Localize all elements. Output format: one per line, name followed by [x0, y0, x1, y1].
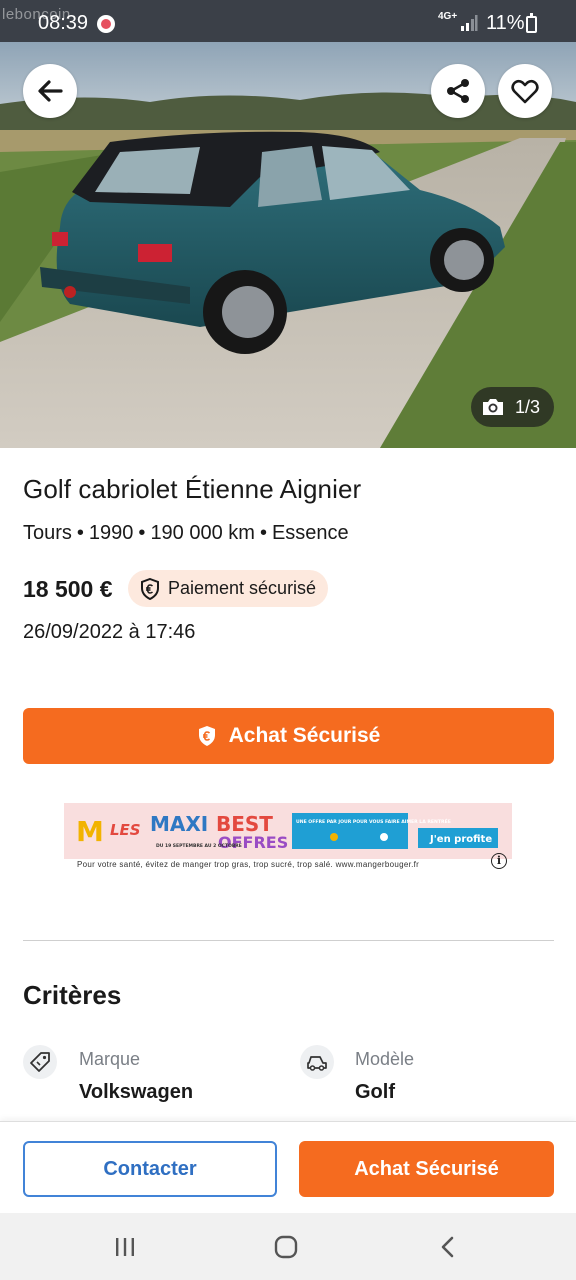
ad-price: 18 500 € [23, 576, 113, 602]
recent-apps-button[interactable] [105, 1231, 145, 1263]
back-button[interactable] [23, 64, 77, 118]
separator: • [76, 522, 84, 544]
criteria-title: Critères [23, 980, 122, 1010]
ad-subtitle: Tours • 1990 • 190 000 km • Essence [23, 522, 349, 545]
secure-payment-badge: Paiement sécurisé [128, 570, 329, 607]
status-bar: leboncoin 08:39 4G+ 11% [0, 0, 576, 42]
banner-headline-les: LES [110, 821, 141, 839]
favorite-button[interactable] [498, 64, 552, 118]
system-back-button[interactable] [428, 1231, 468, 1263]
photo-counter: 1/3 [470, 387, 554, 427]
separator: • [259, 522, 267, 544]
heart-icon [511, 79, 539, 104]
battery-icon [526, 13, 537, 33]
ad-fuel: Essence [271, 522, 349, 544]
banner-ad-graphic: M LES MAXI BEST OFFRES DU 19 SEPTEMBRE A… [64, 803, 512, 859]
photo-gallery[interactable]: 1/3 [0, 42, 576, 448]
ad-date: 26/09/2022 à 17:46 [23, 621, 196, 643]
divider [23, 940, 554, 941]
home-icon [274, 1235, 298, 1259]
banner-ad[interactable]: M LES MAXI BEST OFFRES DU 19 SEPTEMBRE A… [64, 803, 512, 859]
ad-mileage: 190 000 km [150, 522, 255, 544]
secure-purchase-button[interactable]: Achat Sécurisé [23, 708, 554, 764]
ad-title: Golf cabriolet Étienne Aignier [23, 474, 362, 504]
banner-cta: J'en profite [429, 834, 492, 845]
banner-disclaimer: Pour votre santé, évitez de manger trop … [77, 860, 420, 869]
model-criteria-icon [300, 1045, 334, 1079]
tag-icon [30, 1052, 50, 1072]
recent-apps-icon [116, 1238, 134, 1256]
brand-criteria-icon [23, 1045, 57, 1079]
criteria-label-model: Modèle [355, 1049, 415, 1069]
battery-level: 11% [486, 12, 525, 34]
euro-shield-icon [141, 577, 159, 600]
secure-purchase-label: Achat Sécurisé [228, 724, 381, 747]
criteria-value-model: Golf [355, 1081, 395, 1103]
contact-button[interactable]: Contacter [23, 1141, 277, 1197]
photo-counter-text: 1/3 [514, 396, 540, 417]
bottom-action-bar: Contacter Achat Sécurisé [0, 1121, 576, 1213]
banner-headline-offres: OFFRES [218, 833, 288, 852]
secure-payment-label: Paiement sécurisé [168, 578, 317, 598]
chevron-left-icon [441, 1236, 454, 1258]
network-type: 4G+ [438, 11, 458, 22]
share-button[interactable] [431, 64, 485, 118]
ad-location: Tours [23, 522, 72, 544]
criteria-label-brand: Marque [79, 1049, 141, 1069]
signal-icon [460, 14, 478, 37]
status-time: 08:39 [38, 12, 89, 34]
ad-year: 1990 [88, 522, 134, 544]
home-button[interactable] [266, 1231, 306, 1263]
banner-headline-maxi: MAXI [150, 812, 208, 836]
ad-info-icon[interactable]: i [491, 853, 507, 869]
share-icon [447, 79, 469, 103]
camera-icon [482, 399, 503, 415]
banner-dates: DU 19 SEPTEMBRE AU 2 OCTOBRE [156, 843, 242, 849]
car-icon [307, 1056, 327, 1071]
mcdonalds-logo: M [76, 815, 104, 848]
notification-icon [97, 15, 115, 33]
criteria-value-brand: Volkswagen [79, 1081, 194, 1103]
system-nav-bar [0, 1213, 576, 1280]
separator: • [138, 522, 146, 544]
buy-secure-button[interactable]: Achat Sécurisé [299, 1141, 554, 1197]
euro-shield-icon [198, 726, 215, 746]
arrow-left-icon [38, 80, 63, 102]
